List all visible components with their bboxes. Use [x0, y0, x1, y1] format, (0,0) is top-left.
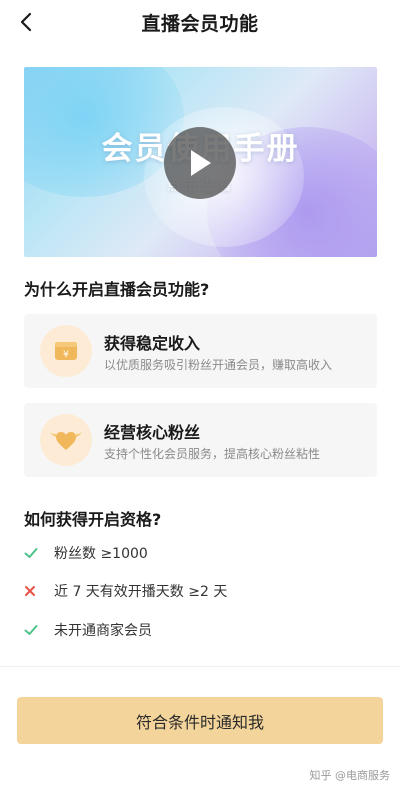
watermark: 知乎 @电商服务 — [309, 769, 391, 782]
card-title: 获得稳定收入 — [104, 334, 201, 353]
condition-item: 粉丝数 ≥1000 — [24, 542, 148, 564]
back-button[interactable] — [12, 8, 40, 36]
benefit-card-fans: 经营核心粉丝 支持个性化会员服务，提高核心粉丝粘性 — [24, 403, 377, 477]
check-icon — [24, 547, 44, 559]
condition-item: 未开通商家会员 — [24, 619, 152, 641]
divider — [0, 666, 400, 667]
card-desc: 以优质服务吸引粉丝开通会员，赚取高收入 — [104, 358, 333, 372]
heart-wings-icon — [40, 414, 92, 466]
condition-text: 未开通商家会员 — [54, 623, 152, 639]
notify-me-button[interactable]: 符合条件时通知我 — [17, 697, 383, 744]
card-title: 经营核心粉丝 — [104, 423, 201, 442]
condition-text: 粉丝数 ≥1000 — [54, 546, 148, 562]
card-desc: 支持个性化会员服务，提高核心粉丝粘性 — [104, 447, 321, 461]
play-icon — [191, 150, 211, 176]
header: 直播会员功能 — [0, 0, 400, 44]
check-icon — [24, 624, 44, 636]
svg-text:¥: ¥ — [63, 350, 69, 360]
how-heading: 如何获得开启资格? — [24, 510, 162, 529]
coin-wallet-icon: ¥ — [40, 325, 92, 377]
play-button[interactable] — [164, 127, 236, 199]
page-title: 直播会员功能 — [141, 12, 259, 35]
cross-icon — [24, 585, 44, 597]
condition-item: 近 7 天有效开播天数 ≥2 天 — [24, 580, 227, 602]
chevron-left-icon — [20, 12, 32, 32]
condition-text: 近 7 天有效开播天数 ≥2 天 — [54, 584, 228, 600]
benefit-card-income: ¥ 获得稳定收入 以优质服务吸引粉丝开通会员，赚取高收入 — [24, 314, 377, 388]
why-heading: 为什么开启直播会员功能? — [24, 280, 210, 299]
video-banner[interactable]: 会员使用手册 点击查看 — [24, 67, 377, 257]
